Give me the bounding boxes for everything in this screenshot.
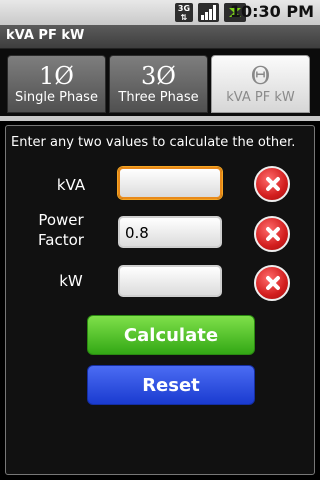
kva-label: kVA xyxy=(56,176,86,194)
tab-single-phase[interactable]: 1Ø Single Phase xyxy=(7,55,106,113)
status-bar: 3G ⇅ 10:30 PM xyxy=(0,0,320,25)
calculate-button[interactable]: Calculate xyxy=(87,315,255,355)
tab-label: Three Phase xyxy=(118,90,199,105)
tab-three-phase[interactable]: 3Ø Three Phase xyxy=(109,55,208,113)
instructions-text: Enter any two values to calculate the ot… xyxy=(11,135,296,150)
signal-icon xyxy=(198,3,219,22)
kva-input[interactable] xyxy=(118,167,222,199)
clear-kva-button[interactable] xyxy=(254,166,290,202)
tab-label: kVA PF kW xyxy=(226,90,295,105)
app-title: kVA PF kW xyxy=(6,28,85,43)
3g-data-icon: 3G ⇅ xyxy=(175,3,193,22)
tab-label: Single Phase xyxy=(15,90,98,105)
power-factor-input[interactable]: 0.8 xyxy=(118,216,222,248)
tab-kva-pf-kw[interactable]: Θ kVA PF kW xyxy=(211,55,310,113)
clear-power-factor-button[interactable] xyxy=(254,216,290,252)
theta-icon: Θ xyxy=(250,62,271,90)
clock: 10:30 PM xyxy=(229,2,314,21)
title-bar: kVA PF kW xyxy=(0,25,320,49)
three-phase-icon: 3Ø xyxy=(141,62,176,90)
single-phase-icon: 1Ø xyxy=(39,62,74,90)
kw-label: kW xyxy=(59,272,83,290)
power-factor-label: Power Factor xyxy=(38,211,84,249)
clear-kw-button[interactable] xyxy=(254,265,290,301)
tab-bar: 1Ø Single Phase 3Ø Three Phase Θ kVA PF … xyxy=(0,49,320,121)
tab-underline xyxy=(0,116,320,121)
kw-input[interactable] xyxy=(118,265,222,297)
network-type-label: 3G xyxy=(177,4,191,13)
reset-button[interactable]: Reset xyxy=(87,365,255,405)
calculator-panel: Enter any two values to calculate the ot… xyxy=(5,125,315,475)
